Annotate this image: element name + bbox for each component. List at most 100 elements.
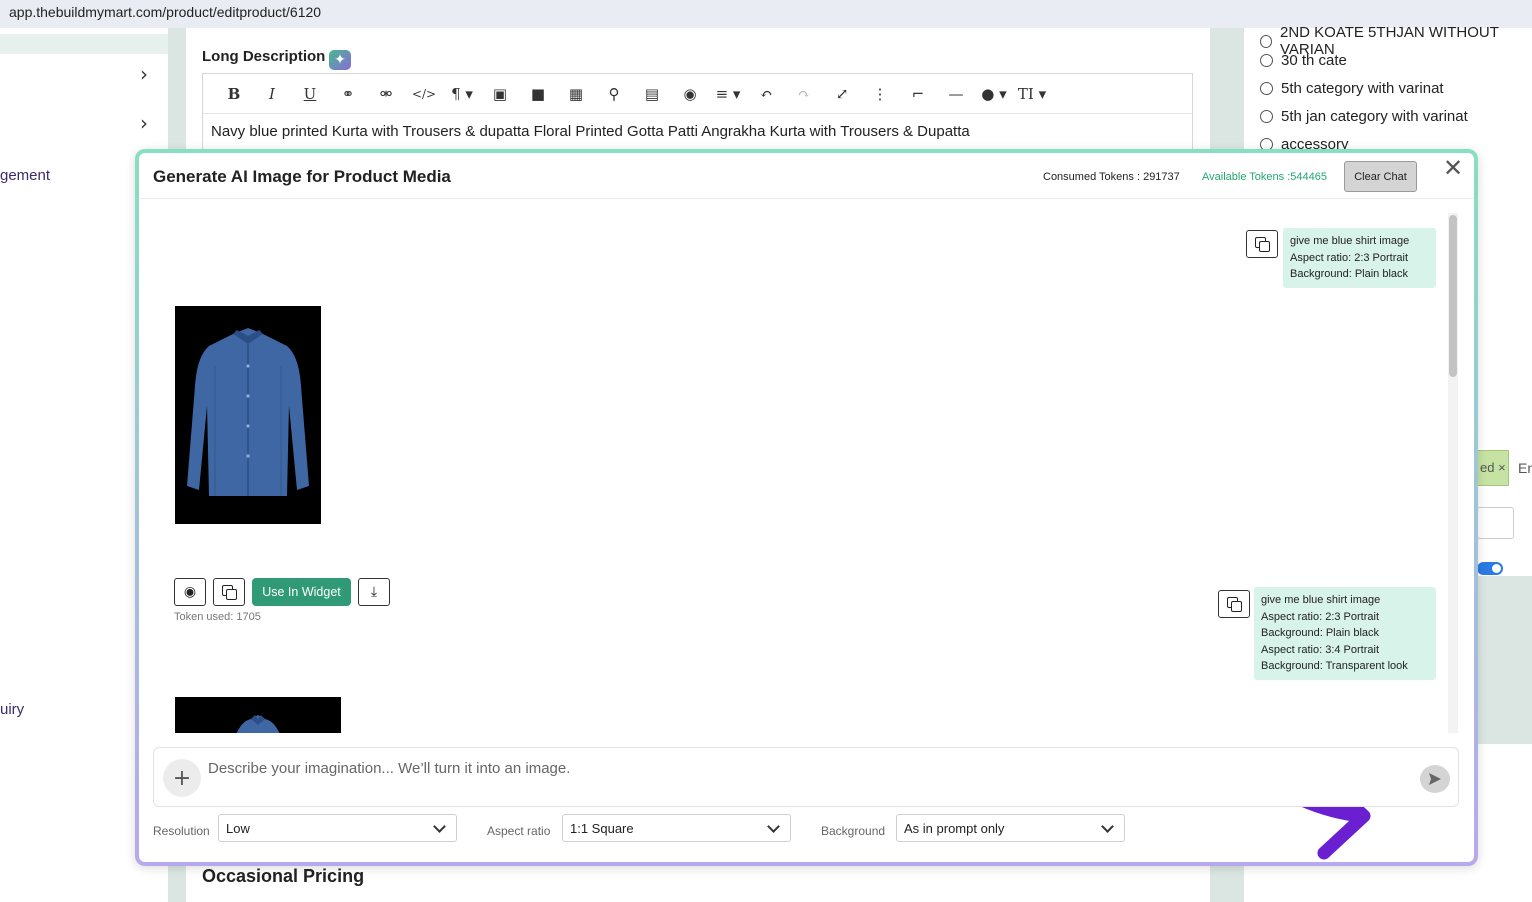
- message-line: Background: Plain black: [1290, 268, 1409, 280]
- message-line: Aspect ratio: 3:4 Portrait: [1261, 643, 1379, 656]
- category-radio[interactable]: 30 th cate: [1260, 52, 1347, 69]
- more-options-icon[interactable]: ⋮: [861, 79, 899, 109]
- text-color-icon[interactable]: ● ▾: [975, 79, 1013, 109]
- available-tokens: Available Tokens :544465: [1202, 171, 1327, 183]
- long-description-text: Navy blue printed Kurta with Trousers & …: [211, 123, 970, 140]
- radio-button[interactable]: [1260, 54, 1273, 67]
- underline-icon[interactable]: U: [291, 79, 329, 109]
- chevron-down-icon: [433, 820, 446, 833]
- editor-toolbar: B I U ⚭ ⚮ </> ¶ ▾ ▣ ■ ▦ ⚲ ▤ ◉ ≡ ▾ ↶ ↷ ⤢ …: [203, 74, 1192, 114]
- download-image-button[interactable]: ⤓: [358, 578, 390, 606]
- add-attachment-button[interactable]: +: [163, 759, 201, 797]
- radio-button[interactable]: [1260, 110, 1273, 123]
- find-replace-icon[interactable]: ⚲: [595, 79, 633, 109]
- chevron-right-icon[interactable]: ›: [140, 62, 148, 86]
- aspect-ratio-select[interactable]: 1:1 Square: [562, 814, 791, 842]
- copy-prompt-button[interactable]: [1218, 590, 1250, 618]
- copy-prompt-button[interactable]: [1246, 230, 1278, 258]
- long-description-label: Long Description: [202, 48, 326, 65]
- prompt-composer: +: [153, 747, 1459, 807]
- category-radio[interactable]: 5th jan category with varinat: [1260, 108, 1468, 125]
- copy-icon: [1255, 237, 1270, 252]
- sidebar-active-strip: [0, 34, 168, 54]
- background-panel: [1477, 576, 1532, 744]
- message-line: give me blue shirt image: [1290, 235, 1410, 247]
- category-label: 5th category with varinat: [1281, 80, 1444, 97]
- chat-scrollbar-thumb[interactable]: [1449, 215, 1457, 377]
- message-line: Aspect ratio: 2:3 Portrait: [1261, 610, 1379, 623]
- toggle-switch[interactable]: [1477, 562, 1503, 575]
- font-size-icon[interactable]: TI ▾: [1013, 79, 1051, 109]
- user-message: give me blue shirt image Aspect ratio: 2…: [1254, 587, 1436, 680]
- chevron-right-icon[interactable]: ›: [140, 111, 148, 135]
- resolution-label: Resolution: [153, 824, 210, 838]
- generated-image[interactable]: [175, 306, 321, 524]
- consumed-tokens: Consumed Tokens : 291737: [1043, 171, 1180, 183]
- modal-title: Generate AI Image for Product Media: [153, 167, 451, 186]
- ai-image-modal: Generate AI Image for Product Media Cons…: [135, 149, 1478, 866]
- category-label: 5th jan category with varinat: [1281, 108, 1468, 125]
- prompt-input[interactable]: [208, 757, 1408, 779]
- format-painter-icon[interactable]: ⌐: [899, 79, 937, 109]
- radio-button[interactable]: [1260, 82, 1273, 95]
- copy-icon: [1227, 597, 1242, 612]
- preview-icon[interactable]: ◉: [671, 79, 709, 109]
- insert-table-icon[interactable]: ▦: [557, 79, 595, 109]
- close-icon[interactable]: ✕: [1442, 156, 1464, 180]
- background-label: Background: [821, 824, 886, 838]
- insert-file-icon[interactable]: ▤: [633, 79, 671, 109]
- generated-image[interactable]: [175, 697, 341, 733]
- blue-shirt-image: [175, 306, 321, 524]
- insert-video-icon[interactable]: ■: [519, 79, 557, 109]
- resolution-value: Low: [226, 820, 250, 836]
- message-line: Background: Transparent look: [1261, 660, 1408, 672]
- italic-icon[interactable]: I: [253, 79, 291, 109]
- radio-button[interactable]: [1260, 34, 1272, 48]
- redo-icon[interactable]: ↷: [785, 79, 823, 109]
- paragraph-format-icon[interactable]: ¶ ▾: [443, 79, 481, 109]
- aspect-ratio-label: Aspect ratio: [487, 824, 551, 838]
- aspect-ratio-value: 1:1 Square: [570, 820, 634, 836]
- message-line: give me blue shirt image: [1261, 594, 1381, 606]
- ai-sparkle-icon[interactable]: ✦: [329, 50, 351, 70]
- code-view-icon[interactable]: </>: [405, 79, 443, 109]
- copy-icon: [222, 585, 237, 600]
- message-line: Aspect ratio: 2:3 Portrait: [1290, 251, 1408, 264]
- use-in-widget-button[interactable]: Use In Widget: [252, 578, 351, 606]
- bold-icon[interactable]: B: [215, 79, 253, 109]
- sidebar-item-inquiry[interactable]: uiry: [0, 701, 24, 718]
- undo-icon[interactable]: ↶: [747, 79, 785, 109]
- token-used-label: Token used: 1705: [174, 611, 261, 623]
- horizontal-line-icon[interactable]: —: [937, 79, 975, 109]
- sidebar-item-management[interactable]: gement: [0, 167, 50, 184]
- resolution-select[interactable]: Low: [218, 814, 457, 842]
- occasional-pricing-label: Occasional Pricing: [202, 866, 365, 886]
- background-value: As in prompt only: [904, 820, 1005, 836]
- unlink-icon[interactable]: ⚮: [367, 79, 405, 109]
- text-input[interactable]: [1477, 507, 1514, 539]
- plus-icon: +: [172, 765, 192, 791]
- chat-history[interactable]: give me blue shirt image Aspect ratio: 2…: [139, 199, 1452, 733]
- send-icon: [1429, 773, 1441, 785]
- preview-image-button[interactable]: ◉: [174, 578, 206, 606]
- url-text: app.thebuildmymart.com/product/editprodu…: [9, 4, 322, 20]
- selected-tag-chip[interactable]: ed ×: [1477, 450, 1509, 486]
- insert-image-icon[interactable]: ▣: [481, 79, 519, 109]
- clear-chat-button[interactable]: Clear Chat: [1344, 161, 1417, 192]
- chevron-down-icon: [767, 820, 780, 833]
- link-icon[interactable]: ⚭: [329, 79, 367, 109]
- send-button[interactable]: [1420, 765, 1450, 793]
- blue-shirt-image: [175, 697, 341, 733]
- tag-input-text[interactable]: En: [1518, 460, 1532, 476]
- align-icon[interactable]: ≡ ▾: [709, 79, 747, 109]
- download-icon: ⤓: [370, 584, 378, 600]
- message-line: Background: Plain black: [1261, 627, 1380, 639]
- copy-image-button[interactable]: [213, 578, 245, 606]
- category-label: 30 th cate: [1281, 52, 1347, 69]
- chevron-down-icon: [1101, 820, 1114, 833]
- background-select[interactable]: As in prompt only: [896, 814, 1125, 842]
- category-radio[interactable]: 5th category with varinat: [1260, 80, 1444, 97]
- eye-icon: ◉: [183, 584, 197, 600]
- fullscreen-icon[interactable]: ⤢: [823, 79, 861, 109]
- user-message: give me blue shirt image Aspect ratio: 2…: [1283, 228, 1436, 288]
